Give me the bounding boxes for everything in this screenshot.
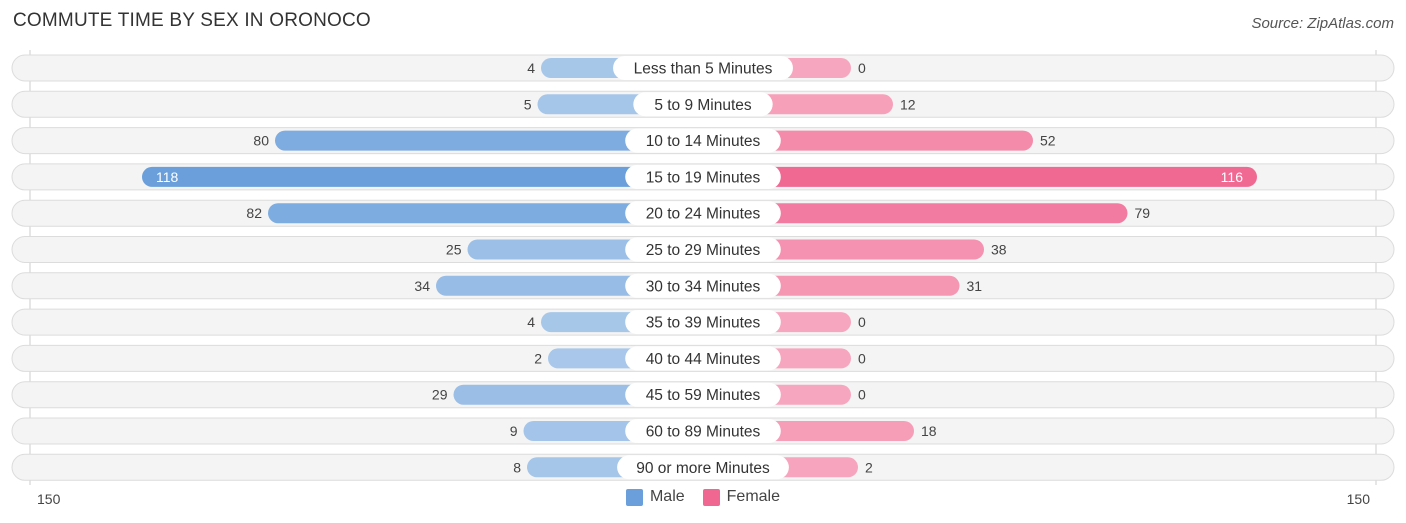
value-label-female: 0	[858, 60, 866, 76]
category-label: 60 to 89 Minutes	[646, 424, 761, 441]
value-label-female: 116	[1221, 169, 1244, 185]
category-label: 15 to 19 Minutes	[646, 169, 761, 186]
value-label-male: 9	[510, 423, 518, 439]
legend-swatch-female	[702, 488, 720, 506]
value-label-female: 38	[991, 242, 1007, 258]
category-label: 40 to 44 Minutes	[646, 351, 761, 368]
bar-female	[703, 166, 1257, 187]
value-label-female: 79	[1135, 205, 1151, 221]
legend-item-female[interactable]: Female	[702, 488, 781, 506]
category-label: Less than 5 Minutes	[634, 61, 773, 78]
category-label: 30 to 34 Minutes	[646, 278, 761, 295]
value-label-male: 5	[524, 96, 532, 112]
legend-label-female: Female	[726, 488, 781, 505]
legend-label-male: Male	[649, 488, 685, 505]
value-label-female: 52	[1040, 133, 1056, 149]
category-label: 5 to 9 Minutes	[654, 97, 752, 114]
category-label: 45 to 59 Minutes	[646, 387, 761, 404]
value-label-male: 80	[253, 133, 269, 149]
chart-svg: 4 0Less than 5 Minutes5 125 to 9 Minutes80…	[11, 50, 1395, 507]
value-label-male: 8	[513, 459, 521, 475]
value-label-male: 29	[432, 387, 448, 403]
value-label-female: 0	[858, 350, 866, 366]
category-label: 20 to 24 Minutes	[646, 206, 761, 223]
value-label-female: 0	[858, 387, 866, 403]
value-label-male: 4	[527, 314, 535, 330]
legend-swatch-male	[625, 488, 643, 506]
value-label-male: 34	[414, 278, 430, 294]
legend: Male Female	[0, 488, 1406, 506]
legend-item-male[interactable]: Male	[625, 488, 685, 506]
category-label: 10 to 14 Minutes	[646, 133, 761, 150]
value-label-male: 82	[246, 205, 262, 221]
value-label-female: 18	[921, 423, 937, 439]
bar-male	[142, 166, 703, 187]
value-label-male: 4	[527, 60, 535, 76]
value-label-male: 118	[156, 169, 179, 185]
category-label: 35 to 39 Minutes	[646, 315, 761, 332]
value-label-male: 25	[446, 242, 462, 258]
value-label-female: 0	[858, 314, 866, 330]
value-label-male: 2	[534, 350, 542, 366]
category-label: 90 or more Minutes	[636, 460, 770, 477]
category-label: 25 to 29 Minutes	[646, 242, 761, 259]
value-label-female: 2	[865, 459, 873, 475]
value-label-female: 31	[967, 278, 983, 294]
value-label-female: 12	[900, 96, 916, 112]
